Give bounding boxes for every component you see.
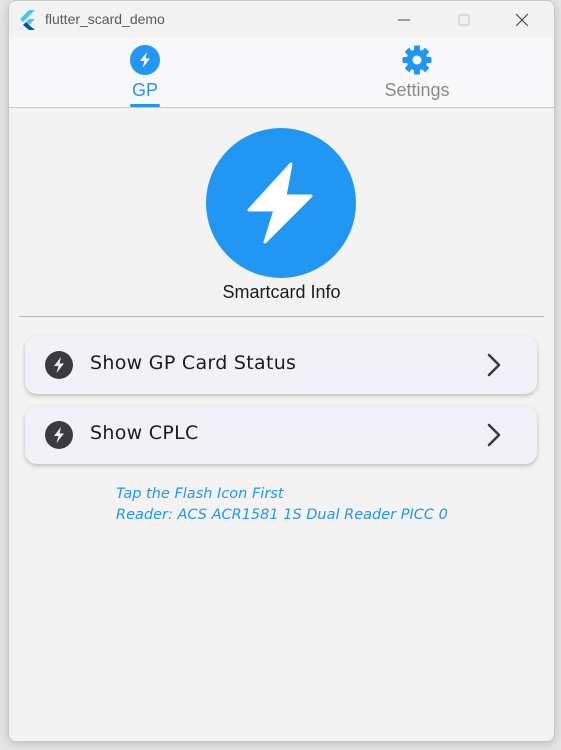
smartcard-info-label: Smartcard Info — [222, 282, 341, 302]
minimize-button[interactable] — [381, 1, 427, 39]
chevron-right-icon — [487, 353, 501, 377]
minimize-icon — [398, 19, 410, 21]
reader-text: Reader: ACS ACR1581 1S Dual Reader PICC … — [116, 507, 448, 523]
flutter-logo-icon — [20, 10, 35, 30]
show-gp-card-status-label: Show GP Card Status — [90, 352, 297, 374]
app-window: flutter_scard_demo GP Settings Smartcard… — [8, 0, 555, 742]
hint-text: Tap the Flash Icon First — [116, 486, 284, 502]
title-bar[interactable]: flutter_scard_demo — [9, 1, 554, 39]
tab-bar: GP Settings — [9, 39, 554, 108]
maximize-icon — [458, 14, 470, 26]
maximize-button[interactable] — [441, 1, 487, 39]
flash-icon — [45, 421, 73, 449]
show-cplc-button[interactable]: Show CPLC — [25, 406, 537, 464]
tab-gp[interactable]: GP — [9, 39, 281, 107]
close-icon — [516, 14, 528, 26]
tab-settings[interactable]: Settings — [281, 39, 553, 107]
flash-button[interactable] — [206, 128, 356, 278]
gear-icon — [402, 45, 432, 75]
show-cplc-label: Show CPLC — [90, 422, 199, 444]
info-block: Tap the Flash Icon First Reader: ACS ACR… — [116, 484, 448, 526]
tab-gp-label: GP — [131, 80, 158, 100]
tab-selected-indicator — [130, 104, 160, 107]
flash-icon — [130, 45, 160, 75]
flash-icon — [247, 162, 313, 244]
show-gp-card-status-button[interactable]: Show GP Card Status — [25, 336, 537, 394]
tab-settings-label: Settings — [384, 80, 450, 100]
flash-icon — [45, 351, 73, 379]
chevron-right-icon — [487, 423, 501, 447]
divider — [19, 316, 544, 317]
window-title: flutter_scard_demo — [45, 11, 165, 27]
close-button[interactable] — [499, 1, 545, 39]
